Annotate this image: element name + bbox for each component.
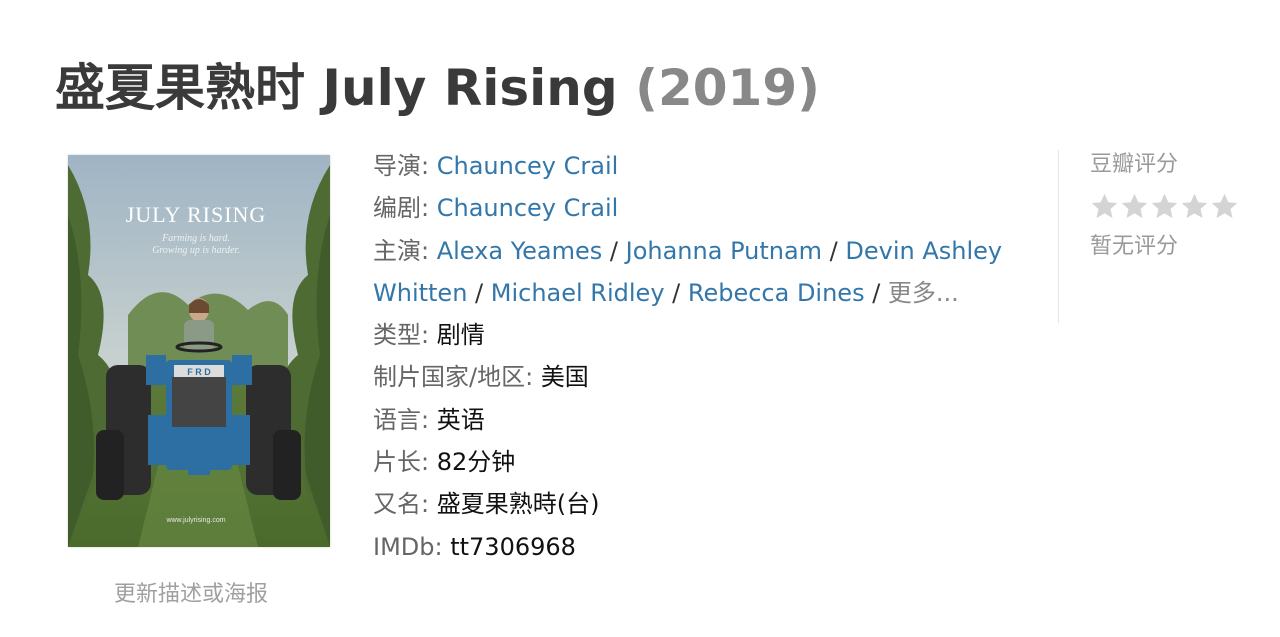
poster-tagline-1: Farming is hard. [161,233,230,244]
poster-tagline-2: Growing up is harder. [152,245,240,256]
tractor-badge: F R D [187,367,211,377]
language-label: 语言: [373,405,437,434]
movie-info: 导演: Chauncey Crail 编剧: Chauncey Crail 主演… [373,145,1023,568]
director-link[interactable]: Chauncey Crail [437,152,619,180]
genre-label: 类型: [373,321,437,350]
country-label: 制片国家/地区: [373,363,541,392]
star-icon [1121,193,1148,218]
writer-label: 编剧: [373,194,437,223]
rating-label: 豆瓣评分 [1090,152,1179,177]
cast-more-link[interactable]: 更多... [888,279,959,307]
imdb-value: tt7306968 [450,532,576,561]
country-value: 美国 [540,363,589,392]
cast-link[interactable]: Rebecca Dines [688,279,865,307]
genre-row: 类型: 剧情 [373,314,1023,356]
rating-stars [1090,192,1239,224]
imdb-label: IMDb: [373,532,451,561]
aka-row: 又名: 盛夏果熟時(台) [373,483,1023,525]
country-row: 制片国家/地区: 美国 [373,356,1023,398]
cast-row: 主演: Alexa Yeames / Johanna Putnam / Devi… [373,236,1003,307]
star-icon [1181,193,1208,218]
writer-link[interactable]: Chauncey Crail [437,194,619,222]
genre-value: 剧情 [436,321,485,350]
runtime-value: 82分钟 [436,448,516,477]
language-row: 语言: 英语 [373,399,1023,441]
rating-divider [1058,150,1059,323]
aka-value: 盛夏果熟時(台) [436,490,600,519]
runtime-row: 片长: 82分钟 [373,441,1023,483]
movie-year: (2019) [635,59,820,117]
update-description-link[interactable]: 更新描述或海报 [114,576,268,608]
cast-link[interactable]: Alexa Yeames [437,237,603,265]
star-icon [1211,193,1238,218]
page-title: 盛夏果熟时 July Rising (2019) [55,52,820,124]
language-value: 英语 [436,405,485,434]
aka-label: 又名: [373,490,437,519]
movie-poster[interactable]: F R D JULY RISING Farming is hard. Growi… [68,155,330,547]
rating-panel: 豆瓣评分 暂无评分 [1090,146,1239,260]
director-row: 导演: Chauncey Crail [373,145,1023,187]
star-icon [1151,193,1178,218]
runtime-label: 片长: [373,448,437,477]
poster-title: JULY RISING [126,202,267,227]
no-rating-text: 暂无评分 [1090,234,1179,259]
imdb-row: IMDb: tt7306968 [373,526,1023,568]
star-icon [1091,193,1118,218]
cast-link[interactable]: Michael Ridley [491,279,665,307]
poster-website: www.julyrising.com [165,517,225,524]
cast-label: 主演: [373,236,437,265]
writer-row: 编剧: Chauncey Crail [373,187,1023,229]
director-label: 导演: [373,152,437,180]
cast-link[interactable]: Johanna Putnam [626,237,822,265]
movie-title: 盛夏果熟时 July Rising [55,59,618,117]
